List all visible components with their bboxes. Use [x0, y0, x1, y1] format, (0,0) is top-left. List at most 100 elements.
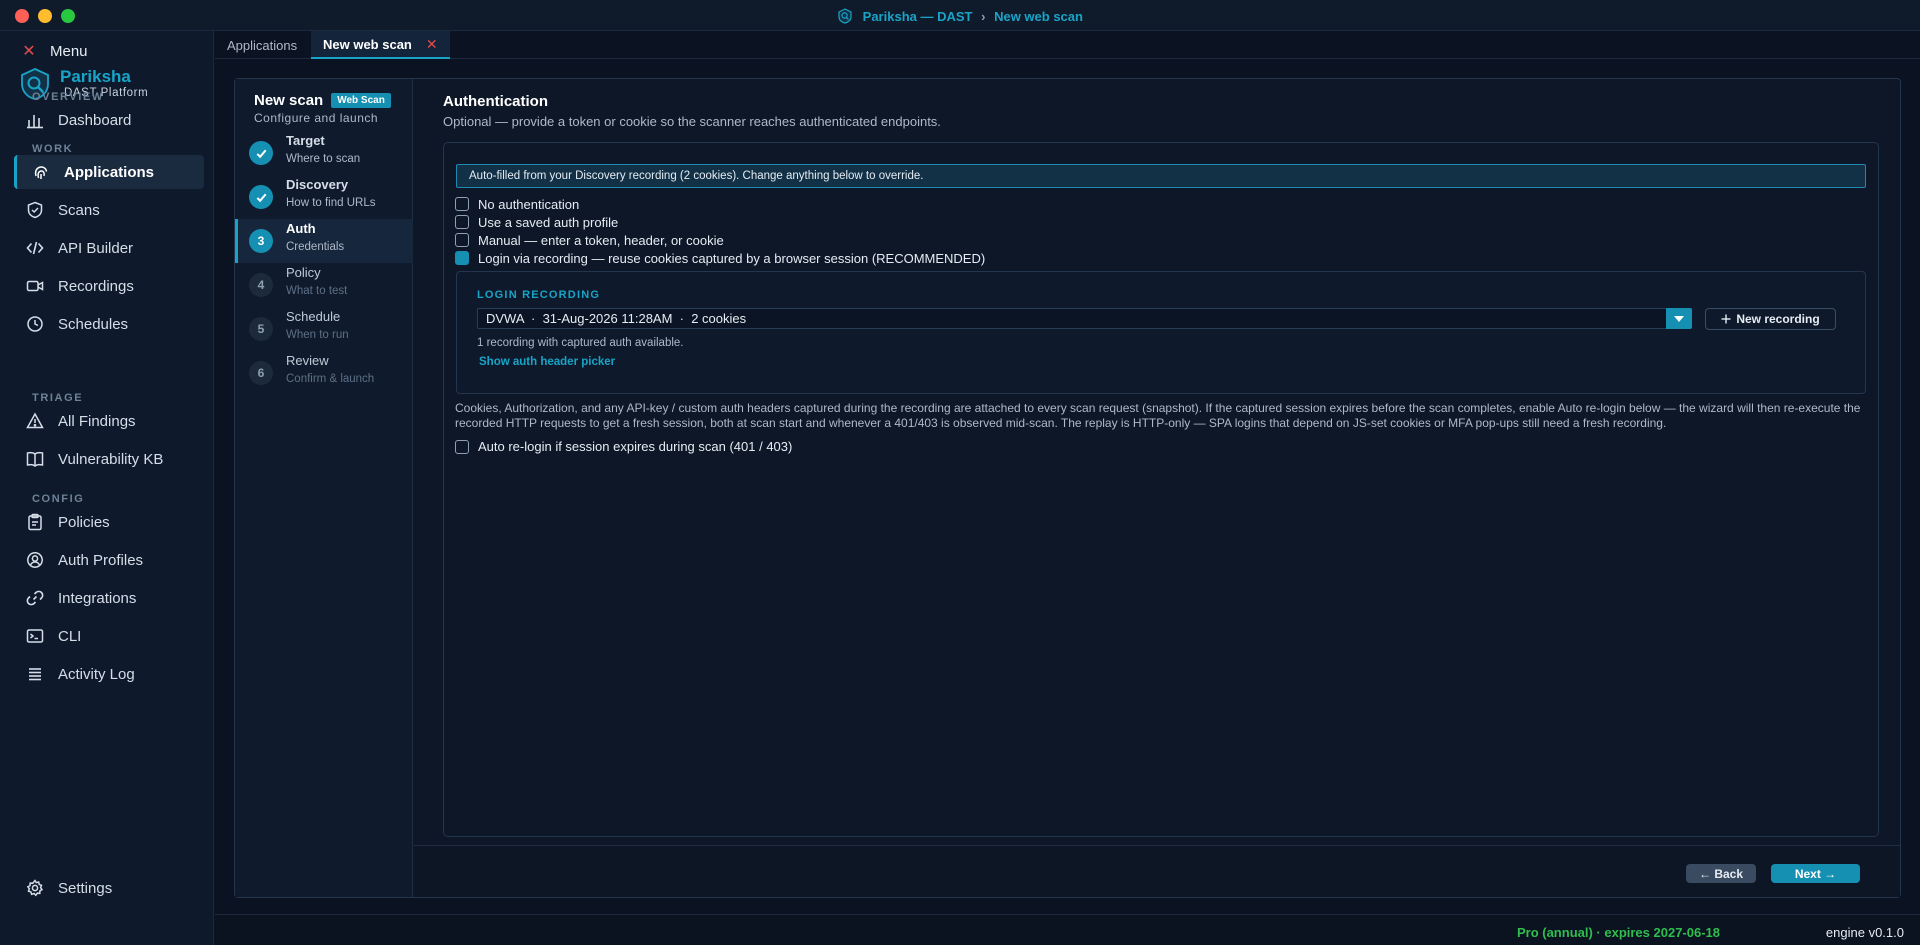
- close-tab-icon[interactable]: ✕: [426, 36, 438, 53]
- option-saved-profile[interactable]: Use a saved auth profile: [455, 213, 618, 231]
- menu-toggle[interactable]: ✕ Menu: [22, 41, 88, 61]
- step-policy[interactable]: 4 Policy What to test: [235, 263, 413, 307]
- sidebar-item-scans[interactable]: Scans: [14, 193, 204, 227]
- tab-label: Applications: [227, 37, 298, 53]
- sidebar-item-label: Policies: [58, 513, 110, 531]
- tab-applications[interactable]: Applications: [215, 31, 309, 59]
- option-no-auth[interactable]: No authentication: [455, 195, 579, 213]
- step-sub: When to run: [286, 329, 349, 341]
- option-login-recording[interactable]: Login via recording — reuse cookies capt…: [455, 249, 985, 267]
- section-overview: OVERVIEW: [32, 91, 104, 103]
- step-target[interactable]: Target Where to scan: [235, 131, 413, 175]
- step-number: 3: [249, 229, 273, 253]
- plus-icon: [1721, 314, 1731, 324]
- step-sub: Credentials: [286, 241, 345, 253]
- sidebar-item-label: Schedules: [58, 315, 129, 333]
- window-title: Pariksha — DAST › New web scan: [0, 8, 1920, 24]
- sidebar-item-label: API Builder: [58, 239, 134, 257]
- license-status: Pro (annual) · expires 2027-06-18: [1516, 925, 1720, 940]
- sidebar-item-all-findings[interactable]: All Findings: [14, 404, 204, 438]
- sidebar-item-policies[interactable]: Policies: [14, 505, 204, 539]
- radio-button[interactable]: [455, 215, 469, 229]
- main-area: Applications New web scan ✕ New scan Web…: [215, 31, 1920, 914]
- sidebar-item-settings[interactable]: Settings: [14, 871, 204, 905]
- section-config: CONFIG: [32, 493, 85, 505]
- radio-button-selected[interactable]: [455, 251, 469, 265]
- check-icon: [249, 141, 273, 165]
- sidebar-item-vulnerability-kb[interactable]: Vulnerability KB: [14, 442, 204, 476]
- step-number: 6: [249, 361, 273, 385]
- recording-select-value: DVWA · 31-Aug-2026 11:28AM · 2 cookies: [486, 311, 747, 326]
- section-work: WORK: [32, 143, 74, 155]
- back-button[interactable]: ← Back: [1686, 864, 1756, 883]
- step-discovery[interactable]: Discovery How to find URLs: [235, 175, 413, 219]
- sidebar-item-label: Dashboard: [58, 111, 132, 129]
- tab-new-web-scan[interactable]: New web scan ✕: [311, 31, 450, 59]
- code-icon: [26, 241, 44, 255]
- menu-label: Menu: [50, 42, 88, 60]
- sidebar-item-activity-log[interactable]: Activity Log: [14, 657, 204, 691]
- app-logo-icon: [838, 8, 852, 24]
- step-sub: Confirm & launch: [286, 373, 375, 385]
- book-icon: [26, 451, 44, 467]
- radio-button[interactable]: [455, 197, 469, 211]
- list-icon: [29, 668, 41, 681]
- video-camera-icon: [26, 280, 44, 292]
- radio-button[interactable]: [455, 233, 469, 247]
- sidebar-item-recordings[interactable]: Recordings: [14, 269, 204, 303]
- terminal-icon: [26, 629, 44, 643]
- sidebar-item-label: All Findings: [58, 412, 136, 430]
- fingerprint-icon: [34, 166, 48, 179]
- sidebar-item-label: Activity Log: [58, 665, 135, 683]
- chevron-down-icon[interactable]: [1666, 308, 1692, 329]
- sidebar-item-cli[interactable]: CLI: [14, 619, 204, 653]
- step-review[interactable]: 6 Review Confirm & launch: [235, 351, 413, 395]
- step-schedule[interactable]: 5 Schedule When to run: [235, 307, 413, 351]
- new-recording-button[interactable]: New recording: [1705, 308, 1836, 330]
- option-label: Manual — enter a token, header, or cooki…: [478, 232, 724, 248]
- brand-name: Pariksha: [60, 67, 131, 86]
- sidebar-item-api-builder[interactable]: API Builder: [14, 231, 204, 265]
- sidebar-item-label: Recordings: [58, 277, 134, 295]
- auth-options-panel: Auto-filled from your Discovery recordin…: [443, 142, 1879, 837]
- step-auth[interactable]: 3 Auth Credentials: [235, 219, 413, 263]
- option-manual[interactable]: Manual — enter a token, header, or cooki…: [455, 231, 724, 249]
- option-label: Use a saved auth profile: [478, 214, 619, 230]
- option-label: No authentication: [478, 196, 580, 212]
- step-sub: Where to scan: [286, 153, 361, 165]
- auto-relogin-option[interactable]: Auto re-login if session expires during …: [455, 439, 792, 454]
- clipboard-icon: [28, 513, 42, 531]
- step-label: Schedule: [286, 309, 341, 324]
- sidebar-item-auth-profiles[interactable]: Auth Profiles: [14, 543, 204, 577]
- sidebar-item-label: Integrations: [58, 589, 137, 607]
- step-label: Review: [286, 353, 329, 368]
- next-button[interactable]: Next →: [1771, 864, 1860, 883]
- sidebar-item-integrations[interactable]: Integrations: [14, 581, 204, 615]
- check-icon: [249, 185, 273, 209]
- window-title-separator: ›: [981, 9, 986, 24]
- wizard-stepper: New scan Web Scan Configure and launch T…: [235, 79, 413, 897]
- new-scan-wizard: New scan Web Scan Configure and launch T…: [234, 78, 1901, 898]
- warning-triangle-icon: [26, 412, 44, 429]
- close-menu-icon: ✕: [22, 43, 36, 60]
- recording-select[interactable]: DVWA · 31-Aug-2026 11:28AM · 2 cookies: [477, 308, 1692, 329]
- tab-bar: Applications New web scan ✕: [215, 31, 1920, 59]
- user-circle-icon: [27, 552, 43, 568]
- step-sub: What to test: [286, 285, 348, 297]
- auto-relogin-checkbox[interactable]: [455, 439, 469, 454]
- sidebar-item-schedules[interactable]: Schedules: [14, 307, 204, 341]
- sidebar-item-label: Applications: [64, 163, 155, 181]
- sidebar-item-applications[interactable]: Applications: [14, 155, 204, 189]
- section-triage: TRIAGE: [32, 392, 84, 404]
- login-recording-label: LOGIN RECORDING: [477, 289, 601, 301]
- step-number: 5: [249, 317, 273, 341]
- window-titlebar: Pariksha — DAST › New web scan: [0, 0, 1920, 31]
- step-label: Policy: [286, 265, 321, 280]
- show-auth-header-picker-link[interactable]: Show auth header picker: [479, 356, 615, 368]
- clock-icon: [27, 316, 43, 332]
- sidebar-item-label: Settings: [58, 879, 113, 897]
- sidebar-item-dashboard[interactable]: Dashboard: [14, 103, 204, 137]
- scan-type-badge: Web Scan: [331, 93, 391, 108]
- section-heading: Authentication: [443, 93, 548, 110]
- autofill-banner: Auto-filled from your Discovery recordin…: [456, 164, 1866, 188]
